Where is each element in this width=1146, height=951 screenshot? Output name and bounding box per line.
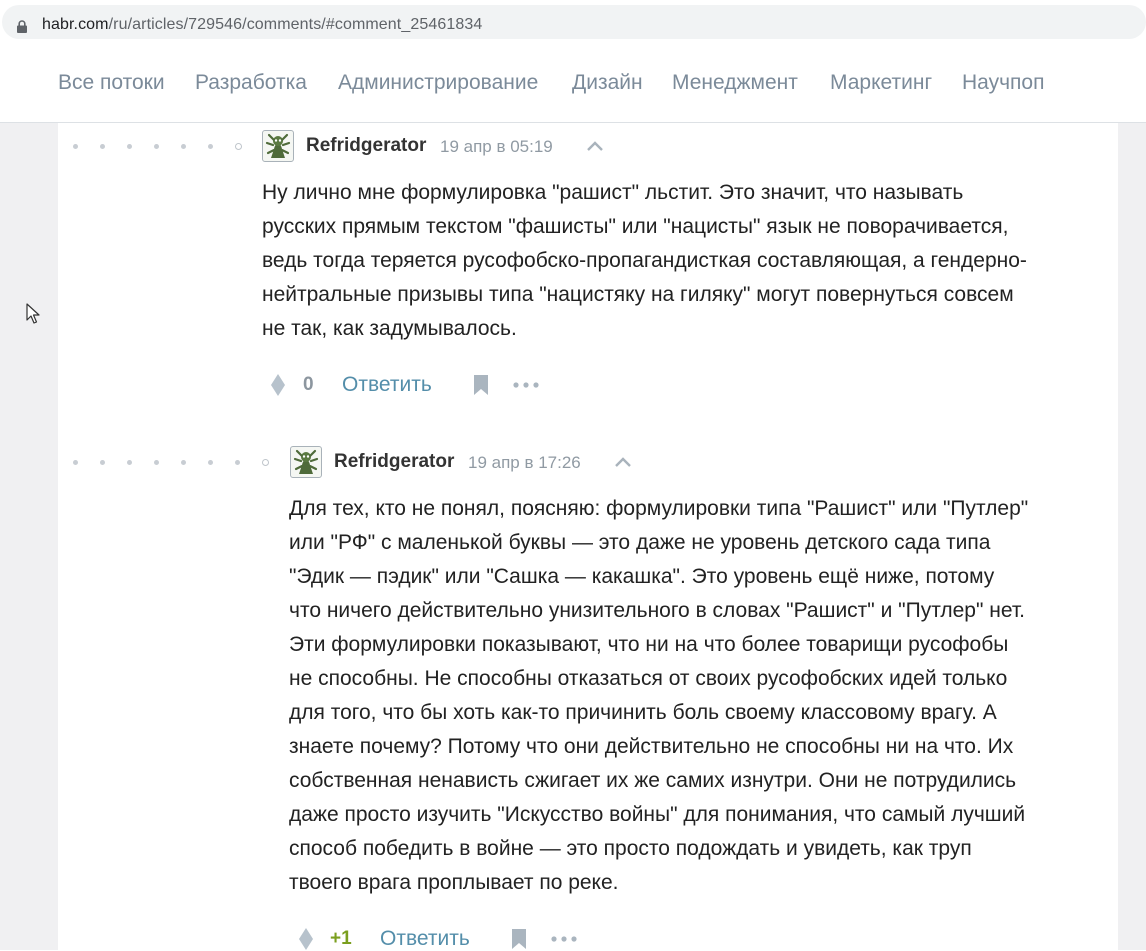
bookmark-icon[interactable]: [473, 374, 489, 396]
chevron-up-icon[interactable]: [586, 140, 604, 152]
nav-item-marketing[interactable]: Маркетинг: [830, 71, 932, 95]
nav-item-management[interactable]: Менеджмент: [672, 71, 798, 95]
avatar-image: [265, 133, 291, 158]
nav-item-design[interactable]: Дизайн: [572, 71, 643, 95]
thread-depth-indicator: [73, 459, 269, 466]
comment-text-line: Для тех, кто не понял, поясняю: формулир…: [289, 497, 1029, 520]
url-host: habr.com: [42, 16, 109, 33]
lock-icon[interactable]: [16, 20, 28, 33]
comment-score: 0: [303, 374, 314, 395]
comment-text-line: для того, что бы хоть как-то причинить б…: [289, 701, 997, 724]
more-options-icon[interactable]: [513, 382, 539, 388]
comment-text-line: нейтральные призывы типа "нацистяку на г…: [262, 283, 1014, 306]
reply-button[interactable]: Ответить: [380, 927, 470, 951]
nav-item-popular-science[interactable]: Научпоп: [962, 71, 1044, 95]
browser-url-bar: habr.com/ru/articles/729546/comments/#co…: [0, 0, 1146, 43]
url-path: /ru/articles/729546/comments/#comment_25…: [108, 16, 483, 33]
comment-text-line: "Эдик — пэдик" или "Сашка — какашка". Эт…: [289, 565, 995, 588]
avatar[interactable]: [290, 446, 322, 478]
comment-text-line: знаете почему? Потому что они действител…: [289, 735, 1014, 758]
comment-text-line: даже просто изучить "Искусство войны" дл…: [289, 803, 1026, 826]
comment-score: +1: [330, 928, 352, 949]
comment-text-line: не способны. Не способны отказаться от с…: [289, 667, 1008, 690]
vote-icon[interactable]: [270, 373, 286, 397]
avatar[interactable]: [262, 130, 294, 162]
more-options-icon[interactable]: [551, 936, 577, 942]
thread-depth-indicator: [73, 143, 242, 150]
comment-text-line: русских прямым текстом "фашисты" или "на…: [262, 215, 1009, 238]
nav-item-all-flows[interactable]: Все потоки: [58, 71, 165, 95]
mouse-cursor-icon: [26, 303, 40, 324]
comment-text-line: или "РФ" с маленькой буквы — это даже не…: [289, 531, 991, 554]
comment-text-line: Ну лично мне формулировка "рашист" льсти…: [262, 181, 964, 204]
comment-time[interactable]: 19 апр в 05:19: [440, 137, 553, 157]
comment-time[interactable]: 19 апр в 17:26: [468, 453, 581, 473]
comment-text-line: ведь тогда теряется русофобско-пропаганд…: [262, 249, 1027, 272]
comment-text-line: не так, как задумывалось.: [262, 317, 517, 340]
url-text[interactable]: habr.com/ru/articles/729546/comments/#co…: [42, 16, 482, 34]
comments-section: Refridgerator 19 апр в 05:19 Ну лично мн…: [58, 123, 1118, 950]
comment-text-line: твоего врага проплывает по реке.: [289, 871, 619, 894]
address-field[interactable]: habr.com/ru/articles/729546/comments/#co…: [2, 5, 1146, 39]
vote-icon[interactable]: [298, 927, 314, 951]
reply-button[interactable]: Ответить: [342, 373, 432, 397]
comment-body: Ну лично мне формулировка "рашист" льсти…: [262, 176, 1027, 346]
comment-text-line: Эти формулировки показывают, что ни на ч…: [289, 633, 1009, 656]
comment-author[interactable]: Refridgerator: [306, 135, 426, 157]
chevron-up-icon[interactable]: [614, 456, 632, 468]
comment-text-line: что ничего действительно унизительного в…: [289, 599, 1025, 622]
page-background: Refridgerator 19 апр в 05:19 Ну лично мн…: [0, 123, 1146, 950]
bookmark-icon[interactable]: [511, 928, 527, 950]
nav-item-administration[interactable]: Администрирование: [338, 71, 538, 95]
hub-navigation: Все потоки Разработка Администрирование …: [0, 43, 1146, 123]
avatar-image: [293, 449, 319, 474]
comment-text-line: собственная ненависть сжигает их же сами…: [289, 769, 1017, 792]
comment-text-line: способ победить в войне — это просто под…: [289, 837, 972, 860]
comment-body: Для тех, кто не понял, поясняю: формулир…: [289, 492, 1028, 900]
nav-item-development[interactable]: Разработка: [195, 71, 307, 95]
comment-author[interactable]: Refridgerator: [334, 451, 454, 473]
